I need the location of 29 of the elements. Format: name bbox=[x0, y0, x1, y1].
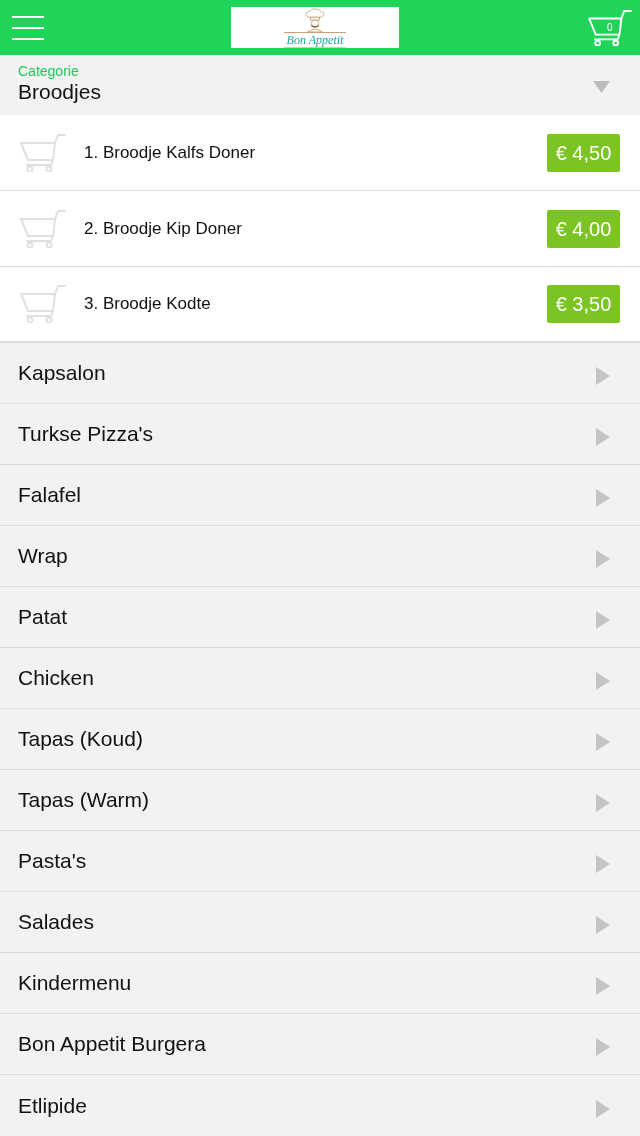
category-name: Bon Appetit Burgera bbox=[18, 1031, 206, 1058]
category-label: Categorie bbox=[18, 63, 80, 79]
cart-icon bbox=[586, 9, 634, 46]
menu-button[interactable] bbox=[12, 15, 44, 40]
product-name: 1. Broodje Kalfs Doner bbox=[84, 141, 257, 164]
cart-icon bbox=[20, 209, 66, 248]
product-name: 2. Broodje Kip Doner bbox=[84, 217, 243, 240]
category-name: Pasta's bbox=[18, 848, 87, 875]
product-row[interactable]: 1. Broodje Kalfs Doner € 4,50 bbox=[0, 115, 640, 191]
category-name: Falafel bbox=[18, 482, 82, 509]
logo-text: Bon Appetit bbox=[283, 31, 347, 48]
product-name: 3. Broodje Kodte bbox=[84, 293, 212, 316]
product-row[interactable]: 2. Broodje Kip Doner € 4,00 bbox=[0, 191, 640, 267]
category-name: Patat bbox=[18, 604, 68, 631]
category-name: Salades bbox=[18, 909, 94, 936]
category-value: Broodjes bbox=[18, 79, 101, 105]
category-name: Kindermenu bbox=[18, 970, 132, 997]
cart-count: 0 bbox=[607, 22, 613, 33]
menu-icon bbox=[12, 15, 44, 40]
category-name: Kapsalon bbox=[18, 360, 106, 387]
cart-icon bbox=[20, 285, 66, 323]
category-name: Etlipide bbox=[18, 1092, 87, 1119]
category-name: Tapas (Warm) bbox=[18, 787, 150, 814]
product-row[interactable]: 3. Broodje Kodte € 3,50 bbox=[0, 267, 640, 343]
category-name: Wrap bbox=[18, 543, 68, 570]
category-name: Turkse Pizza's bbox=[18, 421, 154, 448]
category-name: Chicken bbox=[18, 665, 94, 692]
cart-icon bbox=[20, 133, 66, 172]
category-name: Tapas (Koud) bbox=[18, 726, 143, 753]
